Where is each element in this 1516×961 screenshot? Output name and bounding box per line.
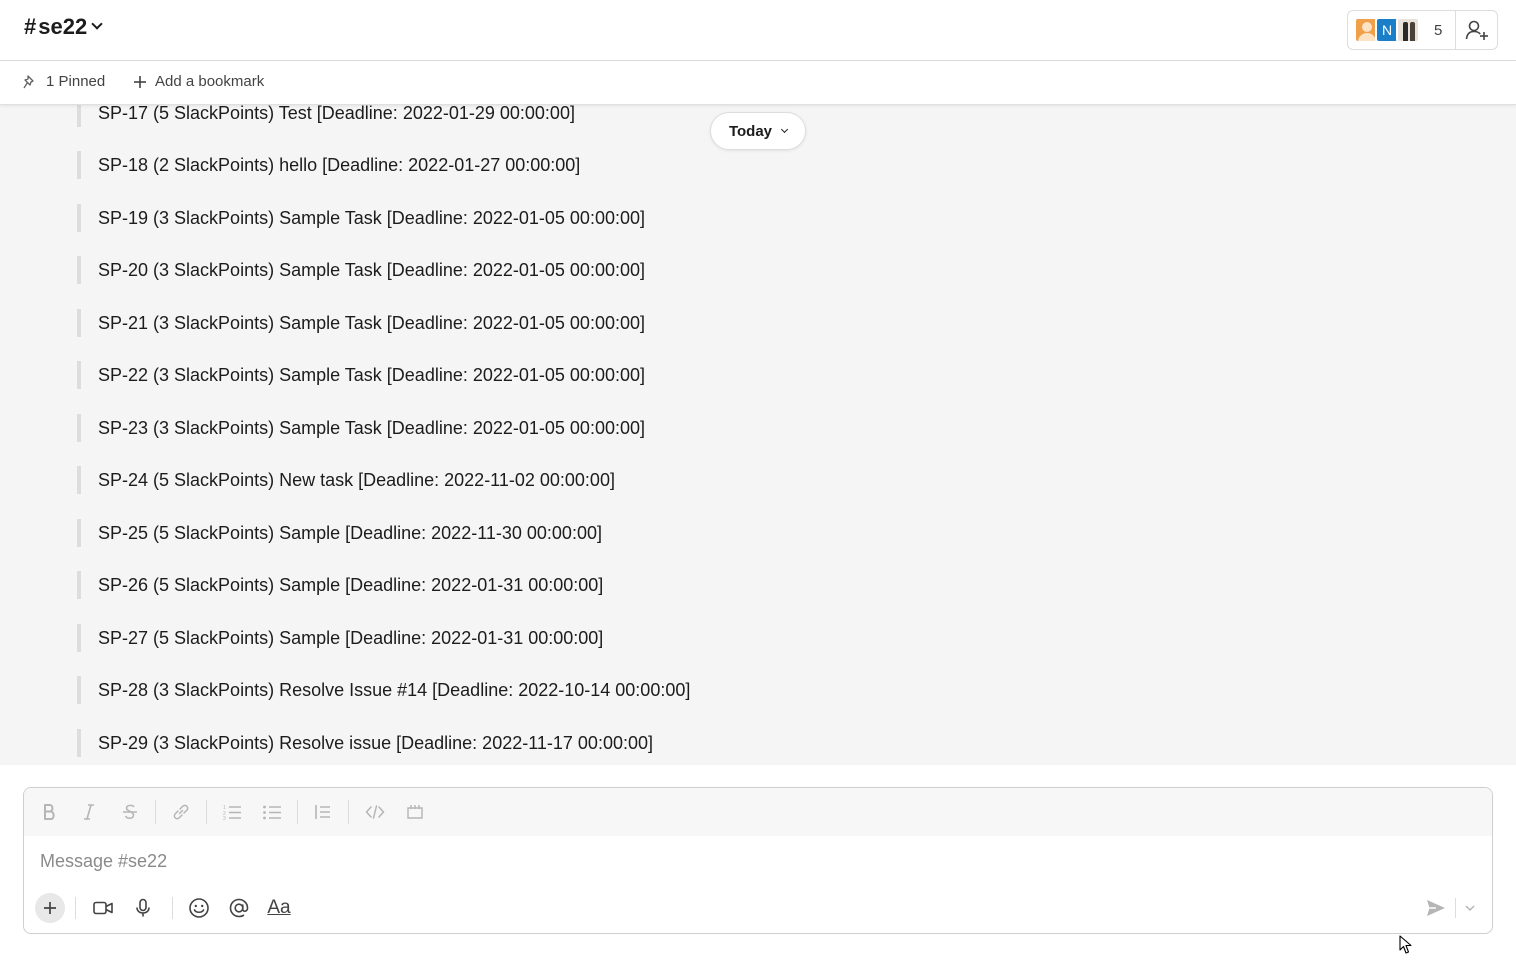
- message-quote: SP-23 (3 SlackPoints) Sample Task [Deadl…: [77, 414, 645, 442]
- ordered-list-icon: 123: [223, 805, 241, 821]
- plus-icon: [134, 75, 146, 88]
- svg-text:3: 3: [223, 816, 226, 821]
- code-icon: [365, 805, 385, 819]
- message-composer: 123 Aa: [23, 787, 1493, 934]
- message-quote: SP-21 (3 SlackPoints) Sample Task [Deadl…: [77, 309, 645, 337]
- attach-button[interactable]: [35, 893, 65, 923]
- member-count: 5: [1434, 21, 1443, 39]
- mouse-cursor-icon: [1399, 935, 1412, 954]
- message-quote: SP-18 (2 SlackPoints) hello [Deadline: 2…: [77, 151, 580, 179]
- channel-name: se22: [38, 14, 88, 39]
- strikethrough-button[interactable]: [117, 799, 143, 825]
- toolbar-divider: [206, 800, 207, 824]
- message-quote: SP-25 (5 SlackPoints) Sample [Deadline: …: [77, 519, 602, 547]
- toolbar-divider: [1455, 898, 1456, 918]
- message-quote: SP-17 (5 SlackPoints) Test [Deadline: 20…: [77, 105, 575, 127]
- emoji-button[interactable]: [185, 894, 213, 922]
- strikethrough-icon: [123, 804, 137, 819]
- microphone-icon: [136, 898, 150, 917]
- video-clip-button[interactable]: [89, 894, 117, 922]
- message-list[interactable]: SP-17 (5 SlackPoints) Test [Deadline: 20…: [0, 105, 1516, 765]
- bulleted-list-button[interactable]: [259, 799, 285, 825]
- emoji-icon: [189, 898, 209, 918]
- message-quote: SP-26 (5 SlackPoints) Sample [Deadline: …: [77, 571, 603, 599]
- pinned-button[interactable]: 1 Pinned: [22, 73, 105, 90]
- pinned-label: 1 Pinned: [46, 73, 106, 90]
- member-avatars-button[interactable]: N 5: [1348, 11, 1442, 49]
- avatar-initial: N: [1381, 22, 1393, 38]
- mention-button[interactable]: [225, 894, 253, 922]
- message-quote: SP-20 (3 SlackPoints) Sample Task [Deadl…: [77, 256, 645, 284]
- toolbar-divider: [172, 897, 173, 919]
- message-quote: SP-22 (3 SlackPoints) Sample Task [Deadl…: [77, 361, 645, 389]
- code-block-button[interactable]: [402, 799, 428, 825]
- italic-button[interactable]: [76, 799, 102, 825]
- bold-icon: [44, 804, 55, 820]
- mention-icon: [229, 898, 249, 918]
- members-widget: N 5: [1347, 10, 1498, 50]
- toolbar-divider: [297, 800, 298, 824]
- ordered-list-button[interactable]: 123: [219, 799, 245, 825]
- video-icon: [93, 901, 113, 915]
- send-icon: [1427, 900, 1445, 916]
- blockquote-icon: [315, 805, 330, 819]
- send-options-button[interactable]: [1460, 895, 1480, 921]
- channel-hash: #: [24, 14, 37, 39]
- toolbar-divider: [348, 800, 349, 824]
- chevron-down-icon: [780, 125, 789, 133]
- add-bookmark-label: Add a bookmark: [155, 73, 265, 90]
- format-text-icon: Aa: [267, 897, 291, 918]
- message-quote: SP-19 (3 SlackPoints) Sample Task [Deadl…: [77, 204, 645, 232]
- avatar: [1396, 17, 1420, 43]
- format-text-button[interactable]: Aa: [265, 894, 293, 922]
- formatting-toolbar: 123: [24, 788, 1492, 836]
- add-person-icon: [1465, 20, 1488, 40]
- message-quote: SP-24 (5 SlackPoints) New task [Deadline…: [77, 466, 615, 494]
- chevron-down-icon: [1465, 905, 1475, 912]
- chevron-down-icon: [91, 18, 103, 30]
- channel-header: # se22 N 5: [0, 0, 1516, 61]
- message-quote: SP-27 (5 SlackPoints) Sample [Deadline: …: [77, 624, 603, 652]
- date-divider-label: Today: [728, 122, 773, 140]
- pin-icon: [23, 74, 34, 88]
- message-quote: SP-29 (3 SlackPoints) Resolve issue [Dea…: [77, 729, 653, 757]
- message-quote: SP-28 (3 SlackPoints) Resolve Issue #14 …: [77, 676, 690, 704]
- toolbar-divider: [155, 800, 156, 824]
- plus-icon: [44, 902, 56, 914]
- channel-name-button[interactable]: # se22: [24, 14, 103, 40]
- message-input[interactable]: [40, 848, 1470, 874]
- link-icon: [173, 804, 189, 820]
- link-button[interactable]: [168, 799, 194, 825]
- bulleted-list-icon: [263, 805, 281, 820]
- date-divider-button[interactable]: Today: [710, 112, 806, 150]
- code-button[interactable]: [362, 799, 388, 825]
- add-bookmark-button[interactable]: Add a bookmark: [133, 73, 264, 90]
- bold-button[interactable]: [36, 799, 62, 825]
- bookmark-bar: 1 Pinned Add a bookmark: [0, 61, 1516, 105]
- italic-icon: [84, 804, 94, 820]
- code-block-icon: [407, 805, 423, 819]
- blockquote-button[interactable]: [310, 799, 336, 825]
- add-member-button[interactable]: [1455, 11, 1497, 49]
- audio-clip-button[interactable]: [129, 894, 157, 922]
- toolbar-divider: [75, 897, 76, 919]
- send-button[interactable]: [1422, 895, 1450, 921]
